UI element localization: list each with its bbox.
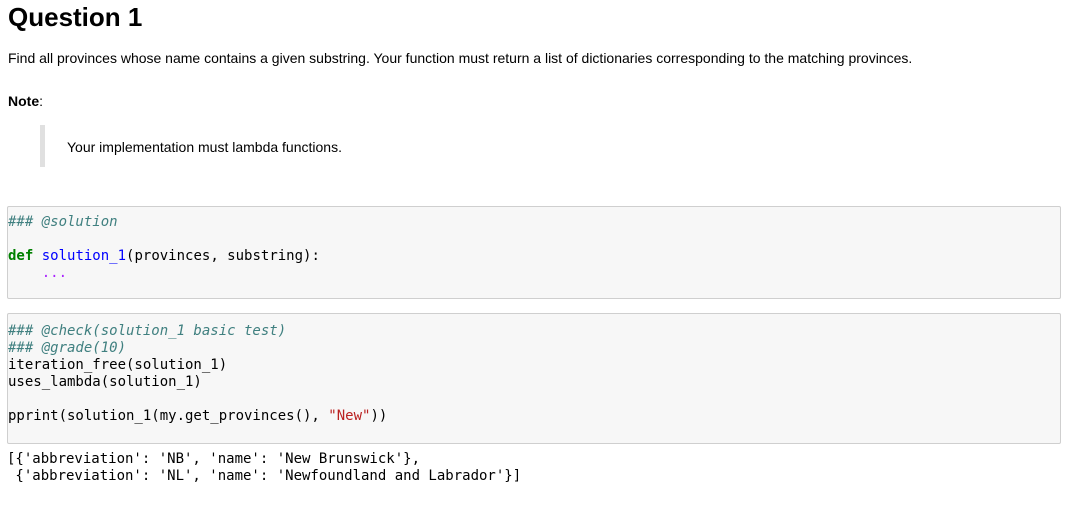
ellipsis-body: ... — [8, 265, 68, 281]
pprint-call: pprint(solution_1(my.get_provinces(), — [8, 408, 329, 424]
pprint-close: )) — [370, 408, 388, 424]
note-line: Note: — [8, 92, 43, 110]
note-label: Note — [8, 93, 40, 109]
code-editor-solution[interactable]: ### @solution def solution_1(provinces, s… — [8, 214, 320, 282]
output-line: [{'abbreviation': 'NB', 'name': 'New Bru… — [7, 451, 421, 467]
iteration-free-call: iteration_free(solution_1) — [8, 357, 228, 373]
cell-output: [{'abbreviation': 'NB', 'name': 'New Bru… — [7, 451, 521, 485]
question-description: Find all provinces whose name contains a… — [8, 50, 913, 66]
note-text: Your implementation must lambda function… — [67, 139, 342, 155]
function-name: solution_1 — [41, 248, 127, 264]
code-cell-check[interactable]: ### @check(solution_1 basic test) ### @gr… — [7, 313, 1061, 444]
code-editor-check[interactable]: ### @check(solution_1 basic test) ### @gr… — [8, 323, 387, 425]
note-blockquote: Your implementation must lambda function… — [40, 125, 940, 167]
code-cell-solution[interactable]: ### @solution def solution_1(provinces, s… — [7, 206, 1061, 299]
solution-comment: ### @solution — [8, 214, 118, 230]
check-comment: ### @check(solution_1 basic test) — [8, 323, 287, 339]
output-line: {'abbreviation': 'NL', 'name': 'Newfound… — [7, 468, 522, 484]
string-literal: "New" — [328, 408, 371, 424]
uses-lambda-call: uses_lambda(solution_1) — [8, 374, 202, 390]
note-colon: : — [39, 93, 44, 109]
function-signature: (provinces, substring): — [126, 248, 320, 264]
question-heading: Question 1 — [8, 2, 143, 32]
def-keyword: def — [8, 248, 34, 264]
grade-comment: ### @grade(10) — [8, 340, 127, 356]
